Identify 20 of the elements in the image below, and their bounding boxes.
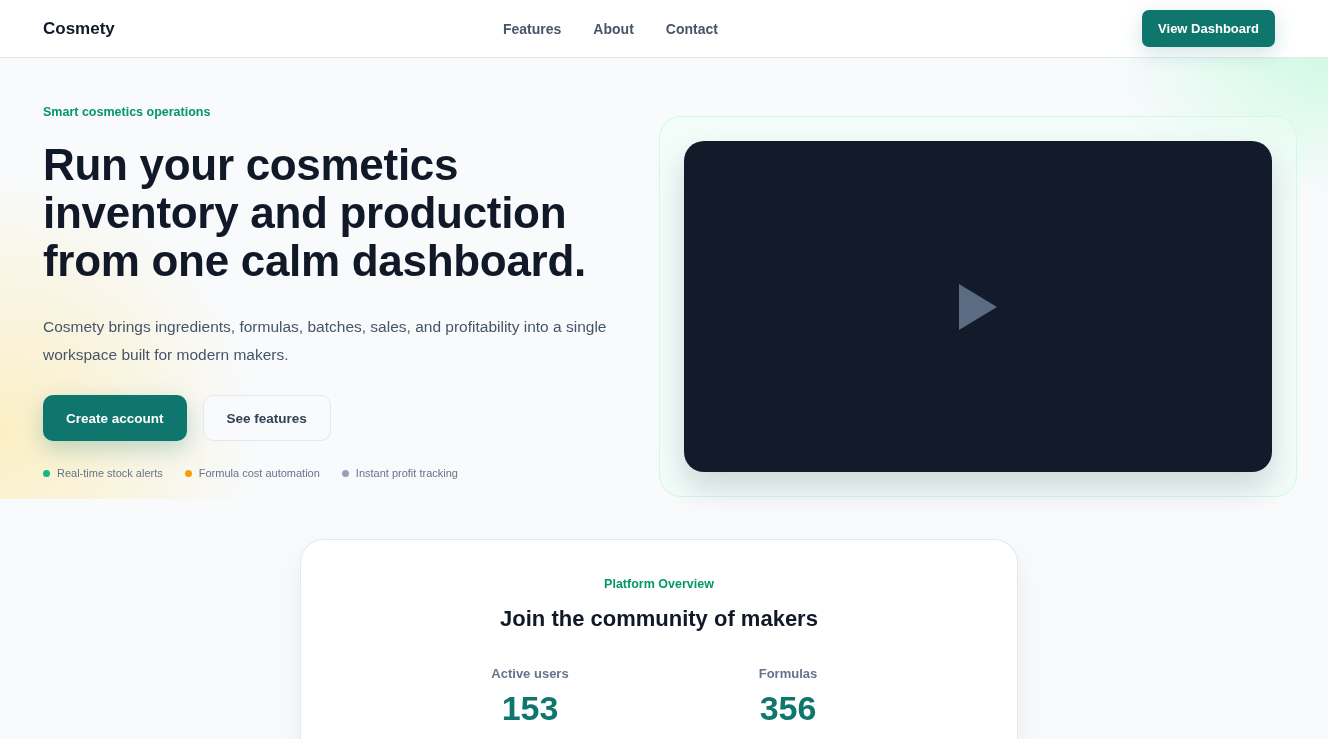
eyebrow-text: Smart cosmetics operations bbox=[43, 105, 212, 119]
see-features-button[interactable]: See features bbox=[202, 395, 331, 441]
stat-value: 356 bbox=[759, 689, 817, 728]
view-dashboard-button[interactable]: View Dashboard bbox=[1142, 10, 1275, 47]
stat-label: Formulas bbox=[758, 666, 818, 681]
section-title: Join the community of makers bbox=[499, 606, 819, 632]
highlight-text: Formula cost automation bbox=[198, 467, 320, 479]
nav-link[interactable]: Features bbox=[503, 20, 562, 37]
stat-value: 153 bbox=[501, 689, 559, 728]
nav-link[interactable]: About bbox=[593, 20, 634, 37]
highlight-text: Real-time stock alerts bbox=[57, 467, 163, 479]
play-icon[interactable] bbox=[959, 283, 997, 330]
hero-description: Cosmety brings ingredients, formulas, batches, sales, and profitability into a single workspace built for modern makers. bbox=[43, 317, 608, 365]
logo: Cosmety bbox=[43, 18, 116, 39]
highlight-text: Instant profit tracking bbox=[355, 467, 458, 479]
eyebrow-text: Platform Overview bbox=[604, 577, 714, 591]
hero-title: Run your cosmetics inventory and production from one calm dashboard. bbox=[43, 141, 587, 285]
create-account-button[interactable]: Create account bbox=[43, 395, 187, 441]
stat-label: Active users bbox=[491, 666, 569, 681]
nav-link[interactable]: Contact bbox=[665, 20, 718, 37]
